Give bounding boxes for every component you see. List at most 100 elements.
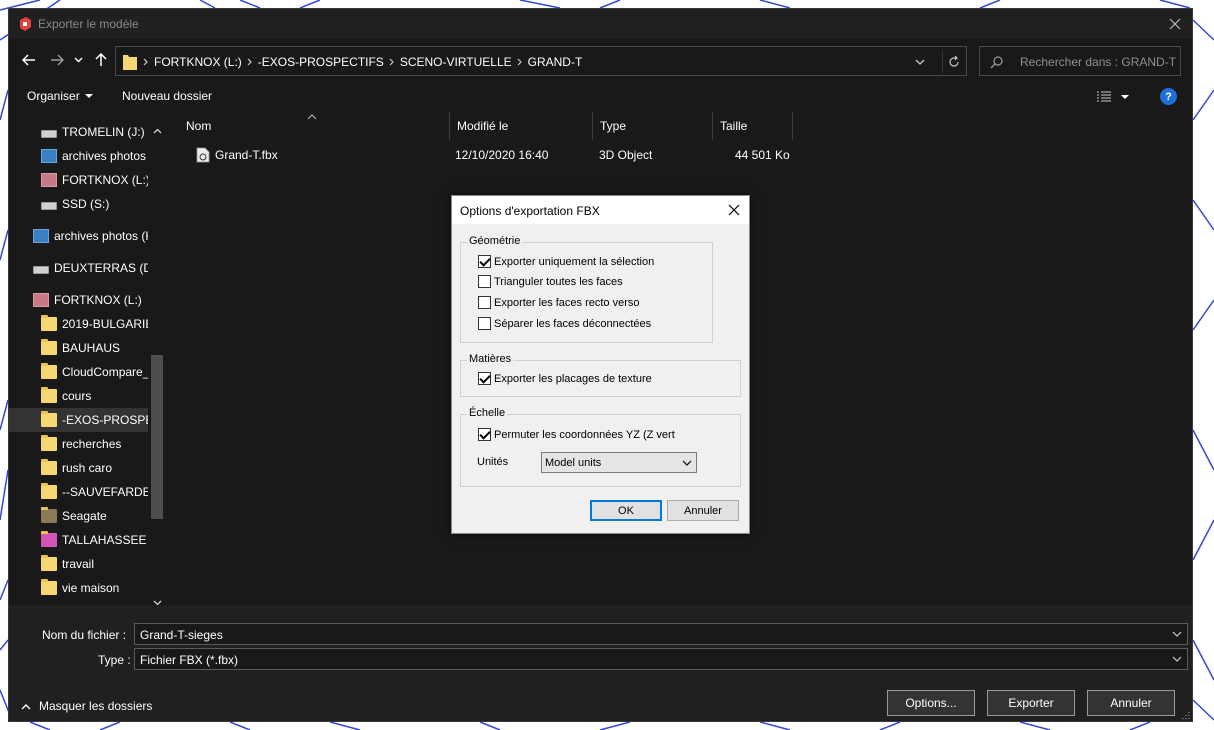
options-button[interactable]: Options... xyxy=(887,690,975,716)
column-header-size[interactable]: Taille xyxy=(713,112,793,140)
search-icon xyxy=(990,56,1003,69)
checkbox-checked[interactable] xyxy=(478,255,491,268)
address-bar[interactable]: FORTKNOX (L:) -EXOS-PROSPECTIFS SCENO-VI… xyxy=(115,46,967,76)
nav-item-label: rush caro xyxy=(62,461,113,475)
texture-maps-checkbox[interactable]: Exporter les placages de texture xyxy=(478,372,652,385)
chevron-right-icon xyxy=(143,58,148,66)
fbx-cancel-button[interactable]: Annuler xyxy=(667,500,739,521)
close-icon xyxy=(1169,18,1181,30)
folder-icon xyxy=(41,531,57,547)
column-header-name[interactable]: Nom xyxy=(179,112,450,140)
nav-item-label: FORTKNOX (L:) xyxy=(54,293,142,307)
cancel-button[interactable]: Annuler xyxy=(1087,690,1175,716)
nav-item-tromelin[interactable]: TROMELIN (J:) xyxy=(41,120,145,144)
nav-item-label: TALLAHASSEE xyxy=(62,533,147,547)
chevron-down-icon[interactable] xyxy=(1171,628,1183,640)
resize-grip-icon[interactable] xyxy=(1182,711,1190,719)
search-input[interactable]: Rechercher dans : GRAND-T xyxy=(979,46,1181,76)
chevron-down-icon[interactable] xyxy=(1171,653,1183,665)
column-header-modified[interactable]: Modifié le xyxy=(450,112,593,140)
column-name-label: Nom xyxy=(186,119,212,133)
swap-yz-checkbox[interactable]: Permuter les coordonnées YZ (Z vert xyxy=(478,428,675,441)
file-name: Grand-T.fbx xyxy=(215,148,278,162)
checkbox-unchecked[interactable] xyxy=(478,275,491,288)
details-view-icon xyxy=(1097,91,1111,102)
up-button[interactable] xyxy=(91,50,111,70)
hide-folders-toggle[interactable]: Masquer les dossiers xyxy=(21,699,152,713)
view-options-button[interactable] xyxy=(1096,87,1140,107)
checkbox-unchecked[interactable] xyxy=(478,317,491,330)
chevron-down-icon[interactable] xyxy=(912,54,928,70)
nav-item-fortknox[interactable]: FORTKNOX (L:) xyxy=(41,168,150,192)
recent-locations-button[interactable] xyxy=(71,50,85,70)
folder-icon xyxy=(41,507,57,523)
checkbox-label: Exporter les faces recto verso xyxy=(494,296,640,309)
forward-button[interactable] xyxy=(47,50,67,70)
file-type-select[interactable]: Fichier FBX (*.fbx) xyxy=(134,648,1188,670)
navigation-scrollbar[interactable] xyxy=(148,112,166,606)
help-icon[interactable]: ? xyxy=(1160,88,1177,105)
organize-button[interactable]: Organiser xyxy=(27,89,96,103)
external-drive-icon xyxy=(33,293,49,307)
ok-button[interactable]: OK xyxy=(590,500,662,521)
nav-item-folder[interactable]: travail xyxy=(41,552,94,576)
arrow-left-icon xyxy=(22,54,35,66)
nav-item-label: DEUXTERRAS (D:) xyxy=(54,261,160,275)
nav-item-folder[interactable]: 2019-BULGARIE xyxy=(41,312,153,336)
column-header-type[interactable]: Type xyxy=(593,112,713,140)
breadcrumb-item[interactable]: SCENO-VIRTUELLE xyxy=(400,55,512,69)
filename-input[interactable]: Grand-T-sieges xyxy=(134,623,1188,645)
filename-value: Grand-T-sieges xyxy=(140,628,223,642)
breadcrumb-item[interactable]: FORTKNOX (L:) xyxy=(154,55,242,69)
nav-item-label: 2019-BULGARIE xyxy=(62,317,154,331)
nav-item-folder[interactable]: cours xyxy=(41,384,91,408)
nav-item-folder[interactable]: TALLAHASSEE xyxy=(41,528,146,552)
breadcrumb-item[interactable]: -EXOS-PROSPECTIFS xyxy=(258,55,384,69)
checkbox-checked[interactable] xyxy=(478,428,491,441)
nav-item-folder[interactable]: recherches xyxy=(41,432,121,456)
window-close-button[interactable] xyxy=(1158,9,1192,39)
external-drive-icon xyxy=(41,173,57,187)
nav-item-folder[interactable]: BAUHAUS xyxy=(41,336,120,360)
scroll-thumb[interactable] xyxy=(151,355,163,519)
checkbox-unchecked[interactable] xyxy=(478,296,491,309)
export-selection-checkbox[interactable]: Exporter uniquement la sélection xyxy=(478,255,654,268)
nav-item-folder-selected[interactable]: -EXOS-PROSPEC xyxy=(9,408,148,432)
nav-item-archives-photos[interactable]: archives photos xyxy=(41,144,146,168)
nav-item-fortknox-root[interactable]: FORTKNOX (L:) xyxy=(33,288,142,312)
export-button[interactable]: Exporter xyxy=(987,690,1075,716)
new-folder-button[interactable]: Nouveau dossier xyxy=(122,89,212,103)
file-row[interactable]: Grand-T.fbx 12/10/2020 16:40 3D Object 4… xyxy=(169,143,790,167)
nav-item-folder[interactable]: --SAUVEFARDES xyxy=(41,480,159,504)
nav-item-folder[interactable]: Seagate xyxy=(41,504,107,528)
window-title: Exporter le modèle xyxy=(38,17,139,31)
fbx-options-dialog: Options d'exportation FBX Géométrie Expo… xyxy=(451,195,750,534)
search-placeholder: Rechercher dans : GRAND-T xyxy=(1020,55,1177,69)
chevron-down-icon xyxy=(682,460,692,466)
triangulate-faces-checkbox[interactable]: Trianguler toutes les faces xyxy=(478,275,623,288)
double-sided-faces-checkbox[interactable]: Exporter les faces recto verso xyxy=(478,296,640,309)
units-select[interactable]: Model units xyxy=(541,452,697,473)
drive-icon xyxy=(41,130,57,138)
nav-item-folder[interactable]: rush caro xyxy=(41,456,112,480)
nav-item-folder[interactable]: vie maison xyxy=(41,576,119,600)
nav-item-label: TROMELIN (J:) xyxy=(62,125,145,139)
folder-icon xyxy=(41,555,57,571)
breadcrumb-item[interactable]: GRAND-T xyxy=(528,55,583,69)
refresh-button[interactable] xyxy=(942,51,964,73)
checkbox-checked[interactable] xyxy=(478,372,491,385)
chevron-down-icon xyxy=(74,57,82,63)
save-options-panel: Nom du fichier : Grand-T-sieges Type : F… xyxy=(9,605,1192,721)
separate-faces-checkbox[interactable]: Séparer les faces déconnectées xyxy=(478,317,651,330)
sketchup-icon xyxy=(20,17,31,31)
fbx-dialog-close-button[interactable] xyxy=(725,201,743,219)
nav-item-deuxterras[interactable]: DEUXTERRAS (D:) xyxy=(33,256,159,280)
toolbar: Organiser Nouveau dossier ? xyxy=(9,85,1192,109)
nav-item-label: CloudCompare_ xyxy=(62,365,150,379)
nav-item-ssd[interactable]: SSD (S:) xyxy=(41,192,109,216)
folder-icon xyxy=(41,363,57,379)
back-button[interactable] xyxy=(19,50,39,70)
scroll-up-button[interactable] xyxy=(150,124,164,138)
nav-item-folder[interactable]: CloudCompare_ xyxy=(41,360,149,384)
nav-item-archives-photos-k[interactable]: archives photos (K xyxy=(33,224,153,248)
